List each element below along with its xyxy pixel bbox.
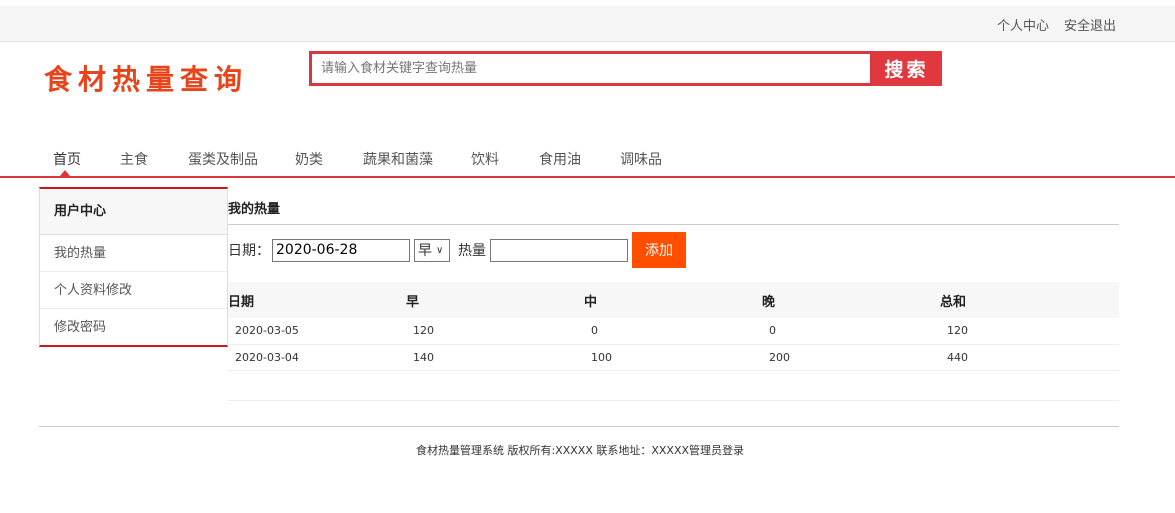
search-input[interactable]	[312, 54, 870, 83]
cell-lunch: 0	[584, 318, 762, 345]
calorie-table: 日期 早 中 晚 总和 2020-03-05 120 0 0 120 2020-…	[228, 282, 1119, 371]
cell-total: 120	[940, 318, 1119, 345]
add-button[interactable]: 添加	[632, 232, 686, 268]
sidebar-item-change-password[interactable]: 修改密码	[40, 309, 227, 346]
footer: 食材热量管理系统 版权所有:XXXXX 联系地址：XXXXX管理员登录	[415, 444, 745, 457]
footer-divider	[39, 426, 1119, 427]
calorie-input[interactable]	[490, 238, 628, 262]
active-nav-indicator	[60, 170, 70, 176]
divider	[228, 400, 1119, 401]
logout-link[interactable]: 安全退出	[1064, 15, 1116, 34]
cell-dinner: 0	[762, 318, 940, 345]
nav-staple[interactable]: 主食	[120, 149, 148, 169]
sidebar-title: 用户中心	[40, 189, 227, 235]
col-date: 日期	[228, 282, 406, 318]
sidebar: 用户中心 我的热量 个人资料修改 修改密码	[39, 187, 228, 347]
nav-seasoning[interactable]: 调味品	[620, 149, 662, 169]
calorie-label: 热量	[458, 243, 486, 259]
chevron-down-icon: ∨	[436, 244, 444, 256]
date-label: 日期：	[228, 243, 270, 259]
cell-breakfast: 140	[406, 344, 584, 371]
col-breakfast: 早	[406, 282, 584, 318]
page-title: 我的热量	[228, 202, 281, 217]
cell-lunch: 100	[584, 344, 762, 371]
table-row: 2020-03-05 120 0 0 120	[228, 318, 1119, 345]
nav-oil[interactable]: 食用油	[539, 149, 581, 169]
nav-drinks[interactable]: 饮料	[471, 149, 499, 169]
nav-home[interactable]: 首页	[53, 149, 81, 169]
col-dinner: 晚	[762, 282, 940, 318]
table-row: 2020-03-04 140 100 200 440	[228, 344, 1119, 371]
user-center-link[interactable]: 个人中心	[997, 15, 1049, 34]
sidebar-item-edit-profile[interactable]: 个人资料修改	[40, 272, 227, 309]
nav-eggs[interactable]: 蛋类及制品	[188, 149, 258, 169]
add-calorie-form: 日期： 早∨ 热量 添加	[228, 232, 686, 268]
logo: 食材热量查询	[44, 63, 249, 96]
nav-dairy[interactable]: 奶类	[295, 149, 323, 169]
cell-dinner: 200	[762, 344, 940, 371]
nav-vegetables[interactable]: 蔬果和菌藻	[363, 149, 433, 169]
meal-select[interactable]: 早 ∨	[414, 238, 450, 262]
date-input[interactable]	[272, 238, 410, 262]
cell-breakfast: 120	[406, 318, 584, 345]
col-lunch: 中	[584, 282, 762, 318]
sidebar-item-my-calories[interactable]: 我的热量	[40, 235, 227, 272]
main-nav: 首页 主食 蛋类及制品 奶类 蔬果和菌藻 饮料 食用油 调味品	[0, 146, 1175, 178]
cell-total: 440	[940, 344, 1119, 371]
meal-select-value: 早	[418, 243, 432, 259]
col-total: 总和	[940, 282, 1119, 318]
search-box	[309, 51, 873, 86]
top-bar: 个人中心 安全退出	[0, 6, 1175, 42]
cell-date: 2020-03-04	[228, 344, 406, 371]
cell-date: 2020-03-05	[228, 318, 406, 345]
search-button[interactable]: 搜索	[871, 51, 942, 86]
divider	[228, 224, 1119, 225]
